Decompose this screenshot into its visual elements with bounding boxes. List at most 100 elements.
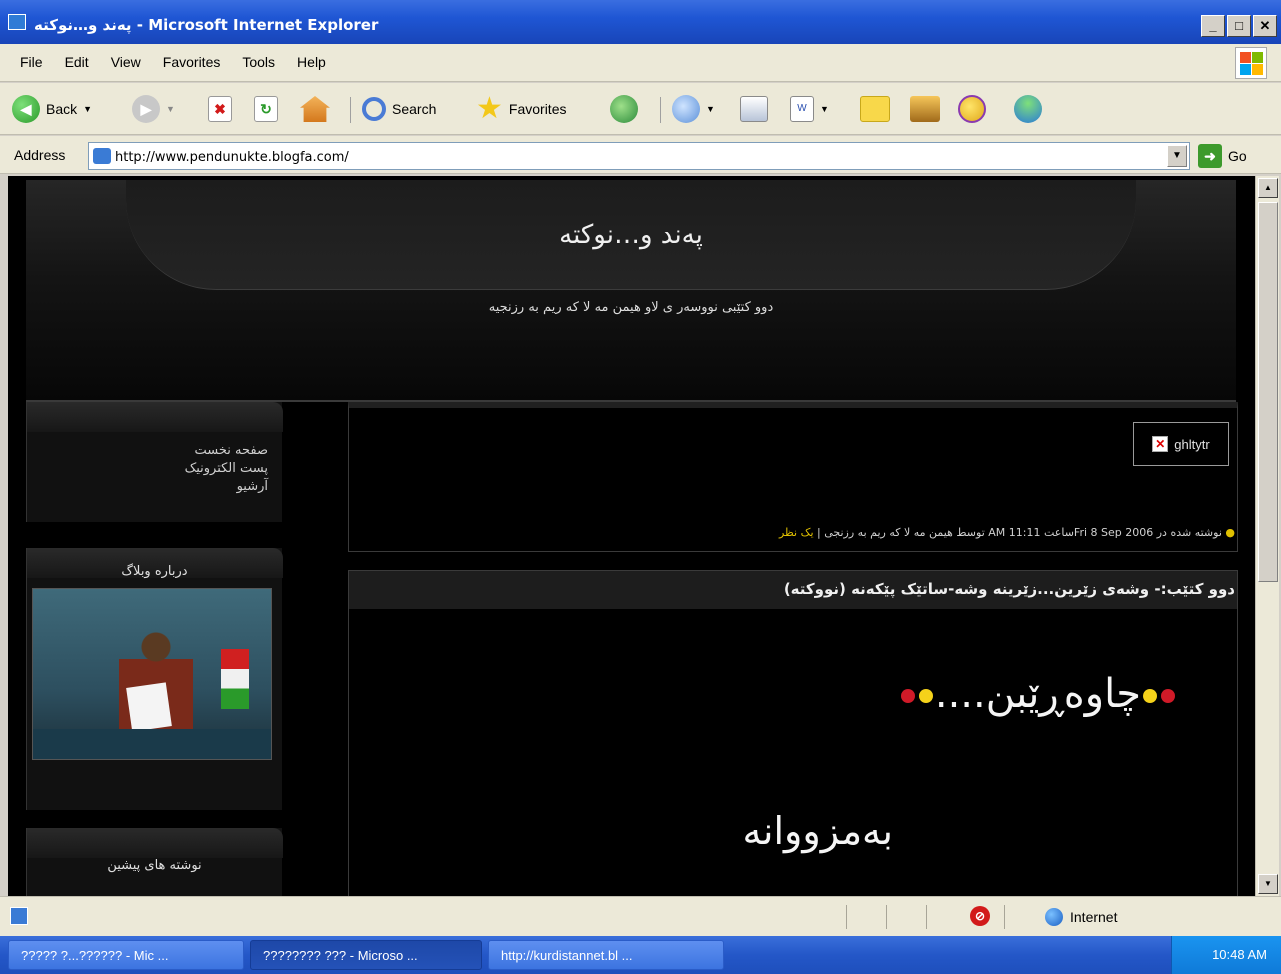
note-icon bbox=[860, 96, 890, 122]
address-dropdown-icon[interactable]: ▼ bbox=[1167, 145, 1187, 167]
forward-arrow-icon: ▶ bbox=[132, 95, 160, 123]
messenger-smiley-button[interactable] bbox=[958, 93, 986, 125]
broken-image-alt: ghltytr bbox=[1174, 436, 1210, 452]
menu-favorites[interactable]: Favorites bbox=[163, 54, 221, 70]
status-divider bbox=[886, 905, 887, 929]
scroll-thumb[interactable] bbox=[1258, 202, 1278, 582]
history-button[interactable] bbox=[610, 93, 638, 125]
print-button[interactable] bbox=[740, 93, 768, 125]
back-label: Back bbox=[46, 101, 78, 117]
clock[interactable]: 10:48 AM bbox=[1212, 947, 1267, 962]
post-line-1: چاوەڕێبن.... bbox=[899, 671, 1177, 717]
post-title-bar: دوو کتێب:- وشەی زێرین...زێرینە وشە-ساتێک… bbox=[349, 571, 1237, 609]
taskbar-button[interactable]: http://kurdistannet.bl ... bbox=[488, 940, 724, 970]
sidebar-link-home[interactable]: صفحه نخست bbox=[185, 442, 268, 460]
internet-zone-globe-icon bbox=[1045, 908, 1063, 926]
favorites-button[interactable]: ★ Favorites bbox=[476, 93, 566, 125]
edit-dropdown-icon[interactable]: ▼ bbox=[820, 104, 829, 114]
menu-help[interactable]: Help bbox=[297, 54, 326, 70]
menu-file[interactable]: File bbox=[20, 54, 43, 70]
smiley-icon bbox=[918, 689, 933, 703]
back-dropdown-icon[interactable]: ▼ bbox=[83, 104, 92, 114]
search-button[interactable]: Search bbox=[362, 93, 436, 125]
print-icon bbox=[740, 96, 768, 122]
address-label: Address bbox=[14, 147, 66, 163]
post-entry: دوو کتێب:- وشەی زێرین...زێرینە وشە-ساتێک… bbox=[348, 570, 1238, 896]
home-button[interactable] bbox=[300, 93, 330, 125]
window-titlebar[interactable]: پەند و…نوکتە - Microsoft Internet Explor… bbox=[0, 0, 1281, 44]
refresh-button[interactable]: ↻ bbox=[254, 93, 278, 125]
vertical-scrollbar[interactable]: ▲ ▼ bbox=[1255, 176, 1279, 896]
url-input[interactable] bbox=[115, 147, 1155, 167]
popup-blocked-icon[interactable]: ⊘ bbox=[970, 906, 990, 926]
go-button[interactable]: ➜ Go bbox=[1198, 144, 1247, 168]
favorites-star-icon: ★ bbox=[476, 92, 503, 125]
favorites-label: Favorites bbox=[508, 101, 567, 117]
ie-page-icon bbox=[8, 14, 26, 30]
post-title[interactable]: دوو کتێب:- وشەی زێرین...زێرینە وشە-ساتێک… bbox=[784, 580, 1235, 598]
broken-image: ✕ ghltytr bbox=[1133, 422, 1229, 466]
search-icon bbox=[362, 97, 386, 121]
blog-header: پەند و…نوکتە دوو کتێبی نووسەر ی لاو هیمن… bbox=[26, 180, 1236, 402]
scroll-up-icon[interactable]: ▲ bbox=[1258, 178, 1278, 198]
status-divider bbox=[926, 905, 927, 929]
sidebar-tab bbox=[27, 828, 283, 858]
previous-posts-heading: نوشته های پیشین bbox=[107, 858, 202, 873]
about-heading: درباره وبلاگ bbox=[121, 564, 188, 579]
page-content: پەند و…نوکتە دوو کتێبی نووسەر ی لاو هیمن… bbox=[8, 176, 1255, 896]
mail-dropdown-icon[interactable]: ▼ bbox=[706, 104, 715, 114]
standard-toolbar: ◀ Back ▼ ▶ ▼ ✖ ↻ Search ★ Favorites ▼ W … bbox=[0, 83, 1281, 135]
menu-view[interactable]: View bbox=[111, 54, 141, 70]
windows-logo-icon bbox=[1235, 47, 1267, 79]
go-label: Go bbox=[1228, 148, 1247, 164]
toolbar-separator bbox=[350, 97, 351, 123]
maximize-button[interactable]: □ bbox=[1227, 15, 1251, 37]
scroll-down-icon[interactable]: ▼ bbox=[1258, 874, 1278, 894]
forward-dropdown-icon[interactable]: ▼ bbox=[166, 104, 175, 114]
smiley-icon bbox=[1143, 689, 1157, 703]
meta-bullet-icon: ● bbox=[1225, 526, 1235, 539]
sidebar-links: صفحه نخست پست الکترونیک آرشیو bbox=[185, 442, 268, 496]
taskbar-button[interactable]: ????? ?...?????? - Mic ... bbox=[8, 940, 244, 970]
back-button[interactable]: ◀ Back ▼ bbox=[12, 93, 92, 125]
sidebar-previous-posts-box: نوشته های پیشین bbox=[26, 828, 283, 896]
sidebar-link-archive[interactable]: آرشیو bbox=[185, 478, 268, 496]
back-arrow-icon: ◀ bbox=[12, 95, 40, 123]
messenger-button[interactable] bbox=[1014, 93, 1042, 125]
paper bbox=[126, 682, 172, 732]
page-status-icon bbox=[10, 907, 28, 925]
page-icon bbox=[93, 148, 111, 164]
close-button[interactable]: ✕ bbox=[1253, 15, 1277, 37]
discuss-button[interactable] bbox=[860, 93, 890, 125]
post-entry: ✕ ghltytr ● نوشته شده در Fri 8 Sep 2006س… bbox=[348, 402, 1238, 552]
menu-tools[interactable]: Tools bbox=[242, 54, 275, 70]
mail-button[interactable]: ▼ bbox=[672, 93, 715, 125]
status-bar: ⊘ Internet bbox=[0, 896, 1281, 936]
refresh-icon: ↻ bbox=[254, 96, 278, 122]
stop-button[interactable]: ✖ bbox=[208, 93, 232, 125]
minimize-button[interactable]: _ bbox=[1201, 15, 1225, 37]
sidebar-link-email[interactable]: پست الکترونیک bbox=[185, 460, 268, 478]
status-divider bbox=[846, 905, 847, 929]
taskbar: ????? ?...?????? - Mic ... ???????? ??? … bbox=[0, 936, 1281, 974]
comment-link[interactable]: یک نظر bbox=[779, 526, 814, 539]
author-photo bbox=[32, 588, 272, 760]
system-tray: 10:48 AM bbox=[1171, 936, 1281, 974]
blog-title: پەند و…نوکتە bbox=[559, 220, 703, 250]
smiley-icon bbox=[958, 95, 986, 123]
forward-button[interactable]: ▶ ▼ bbox=[132, 93, 175, 125]
research-button[interactable] bbox=[910, 93, 940, 125]
window-title: پەند و…نوکتە - Microsoft Internet Explor… bbox=[34, 16, 379, 34]
blog-subtitle: دوو کتێبی نووسەر ی لاو هیمن مه لا که ریم… bbox=[488, 300, 774, 315]
search-label: Search bbox=[392, 101, 437, 117]
post-meta-text: نوشته شده در Fri 8 Sep 2006ساعت 11:11 AM… bbox=[824, 526, 1222, 539]
home-icon bbox=[300, 96, 330, 122]
broken-image-icon: ✕ bbox=[1152, 436, 1169, 452]
toolbar-separator bbox=[660, 97, 661, 123]
taskbar-button-active[interactable]: ???????? ??? - Microso ... bbox=[250, 940, 482, 970]
address-field[interactable]: ▼ bbox=[88, 142, 1190, 170]
edit-button[interactable]: W ▼ bbox=[790, 93, 829, 125]
rose-icon bbox=[900, 689, 915, 703]
menu-edit[interactable]: Edit bbox=[65, 54, 89, 70]
sidebar-links-box: صفحه نخست پست الکترونیک آرشیو bbox=[26, 402, 283, 522]
